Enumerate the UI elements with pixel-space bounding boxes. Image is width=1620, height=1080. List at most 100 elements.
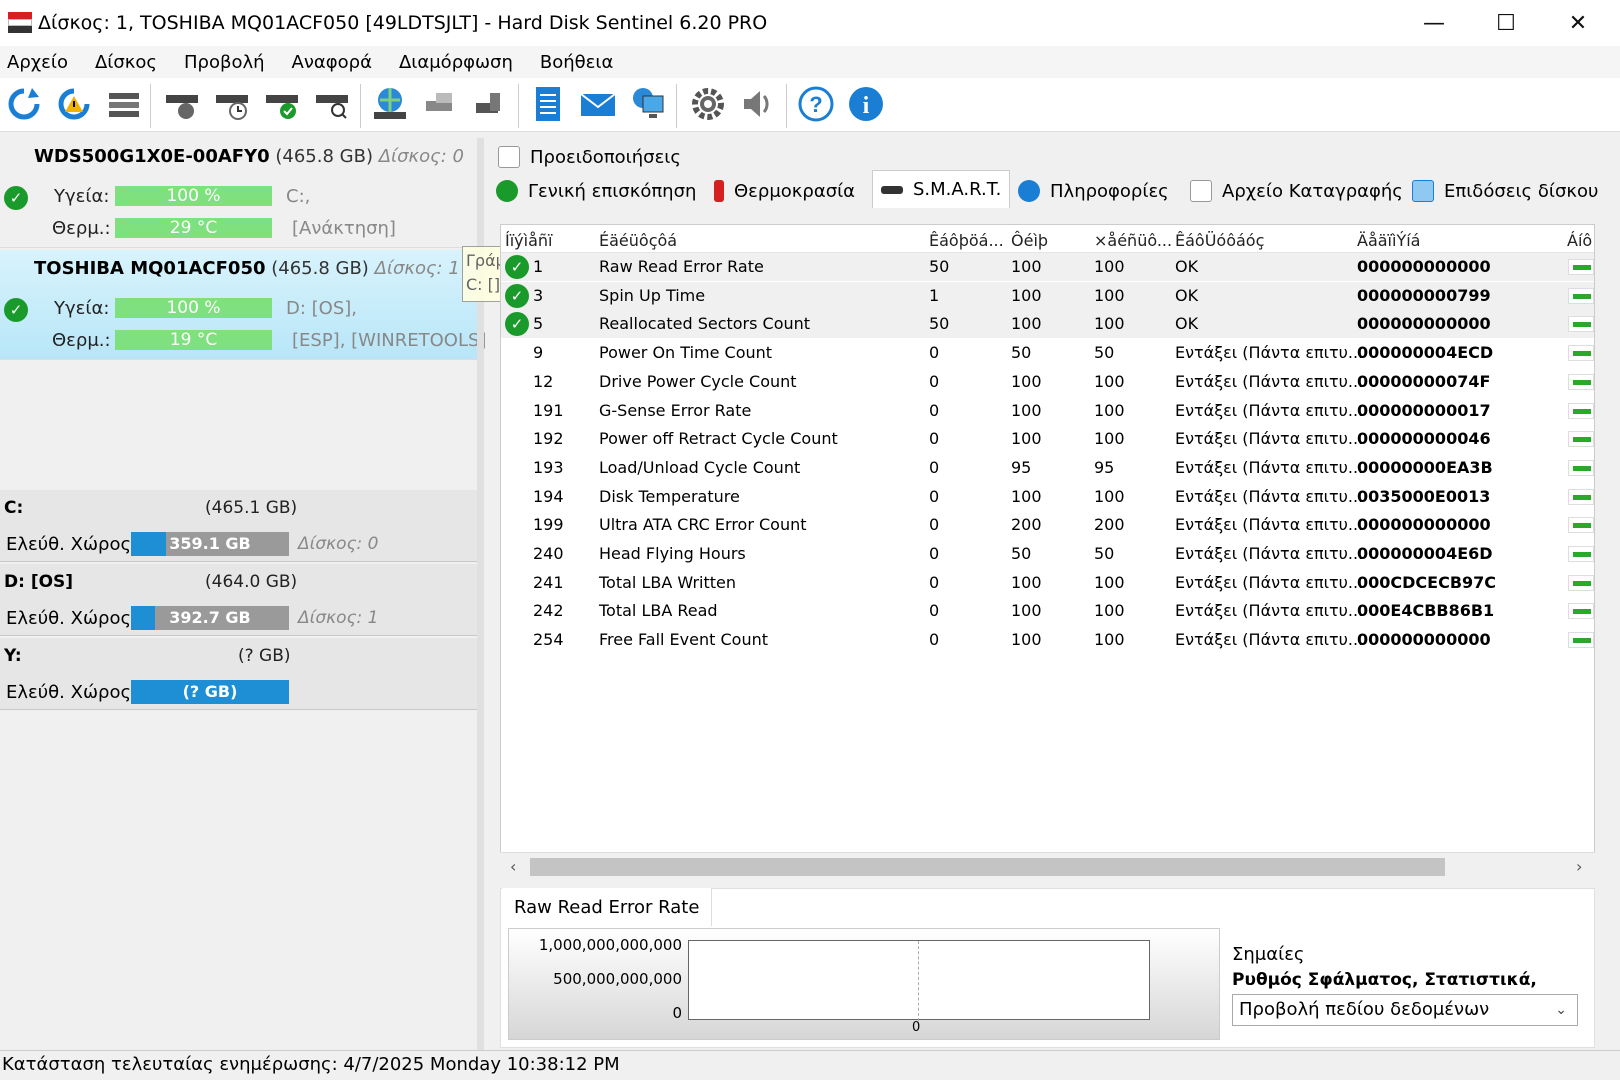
- menu-file[interactable]: Αρχείο: [7, 52, 68, 73]
- table-row[interactable]: 191 G-Sense Error Rate 0 100 100 Εντάξει (Πάν…: [501, 397, 1594, 425]
- disk-scheduler-icon[interactable]: [212, 84, 252, 124]
- disk-partitions-extra: [Ανάκτηση]: [292, 218, 396, 239]
- volume-entry[interactable]: C: (465.1 GB) Ελεύθ. Χώρος 359.1 GB Δίσκ…: [0, 490, 477, 562]
- help-icon[interactable]: ?: [796, 84, 836, 124]
- disk-surface-test-icon[interactable]: [162, 84, 202, 124]
- disk-ok-icon[interactable]: [262, 84, 302, 124]
- data-field-view-select[interactable]: Προβολή πεδίου δεδομένων ⌄: [1232, 994, 1578, 1026]
- network-disk-icon[interactable]: [370, 84, 410, 124]
- cell-status: Εντάξει (Πάντα επιτυ...: [1175, 429, 1364, 449]
- cell-attr: Spin Up Time: [599, 285, 706, 305]
- refresh-warning-icon[interactable]: [54, 84, 94, 124]
- cell-thr: 0: [929, 572, 940, 592]
- volume-entry[interactable]: D: [OS] (464.0 GB) Ελεύθ. Χώρος 392.7 GB…: [0, 564, 477, 636]
- table-row[interactable]: ✓ 3 Spin Up Time 1 100 100 OK 000000000799: [501, 281, 1594, 310]
- settings-gear-icon[interactable]: [688, 84, 728, 124]
- disk-partitions[interactable]: D: [OS],: [286, 298, 357, 319]
- disk-clone-icon[interactable]: [470, 84, 510, 124]
- tab-warnings[interactable]: Προειδοποιήσεις: [490, 140, 689, 174]
- disk-backup-icon[interactable]: [420, 84, 460, 124]
- table-row[interactable]: 242 Total LBA Read 0 100 100 Εντάξει (Πάντα ε…: [501, 597, 1594, 625]
- minimize-button[interactable]: —: [1398, 0, 1470, 46]
- table-row[interactable]: 193 Load/Unload Cycle Count 0 95 95 Εντάξει (…: [501, 454, 1594, 482]
- column-header[interactable]: Éäéüôçôá: [599, 231, 677, 250]
- maximize-button[interactable]: ☐: [1470, 0, 1542, 46]
- cell-status: Εντάξει (Πάντα επιτυ...: [1175, 343, 1364, 363]
- info-icon[interactable]: i: [846, 84, 886, 124]
- table-row[interactable]: ✓ 5 Reallocated Sectors Count 50 100 100 OK 000…: [501, 310, 1594, 339]
- menu-bar: Αρχείο Δίσκος Προβολή Αναφορά Διαμόρφωση…: [0, 46, 1620, 78]
- cell-status: Εντάξει (Πάντα επιτυ...: [1175, 544, 1364, 563]
- tab-label: Αρχείο Καταγραφής: [1222, 180, 1403, 202]
- disk-entry[interactable]: WDS500G1X0E-00AFY0 (465.8 GB) Δίσκος: 0 …: [0, 138, 477, 248]
- tab-overview[interactable]: Γενική επισκόπηση: [488, 174, 705, 208]
- menu-configuration[interactable]: Διαμόρφωση: [399, 52, 513, 73]
- refresh-icon[interactable]: [4, 84, 44, 124]
- table-row[interactable]: 199 Ultra ATA CRC Error Count 0 200 200 Εντάξ…: [501, 511, 1594, 539]
- free-space-label: Ελεύθ. Χώρος: [6, 608, 132, 629]
- email-icon[interactable]: [578, 84, 618, 124]
- disk-entry-selected[interactable]: TOSHIBA MQ01ACF050 (465.8 GB) Δίσκος: 1 …: [0, 250, 486, 360]
- disk-search-icon[interactable]: [312, 84, 352, 124]
- table-row[interactable]: 194 Disk Temperature 0 100 100 Εντάξει (Πάντα…: [501, 483, 1594, 511]
- column-header[interactable]: Áíô: [1567, 231, 1592, 250]
- toolbar-separator: [518, 84, 519, 128]
- health-indicator-icon: [1568, 546, 1594, 562]
- computer-network-icon[interactable]: [628, 84, 668, 124]
- scroll-left-icon[interactable]: ‹: [510, 857, 516, 876]
- table-row[interactable]: 240 Head Flying Hours 0 50 50 Εντάξει (Πάντα …: [501, 540, 1594, 568]
- table-row[interactable]: 254 Free Fall Event Count 0 100 100 Εντάξει (…: [501, 626, 1594, 654]
- close-button[interactable]: ✕: [1542, 0, 1614, 46]
- health-label: Υγεία:: [54, 298, 110, 319]
- horizontal-scrollbar[interactable]: ‹ ›: [500, 852, 1595, 880]
- cell-raw: 0035000E0013: [1357, 486, 1491, 506]
- volume-entry[interactable]: Y: (? GB) Ελεύθ. Χώρος (? GB): [0, 638, 477, 710]
- tab-label: Γενική επισκόπηση: [528, 180, 697, 202]
- tab-raw-read-error-rate[interactable]: Raw Read Error Rate: [502, 888, 713, 926]
- disk-partitions[interactable]: C:,: [286, 186, 310, 207]
- column-header[interactable]: ×åéñüô...: [1094, 231, 1172, 250]
- menu-view[interactable]: Προβολή: [184, 52, 265, 73]
- scrollbar-thumb[interactable]: [530, 858, 1445, 876]
- health-indicator-icon: [1568, 259, 1594, 275]
- cell-val: 100: [1011, 257, 1042, 276]
- tab-information[interactable]: Πληροφορίες: [1010, 174, 1177, 208]
- cell-attr: Head Flying Hours: [599, 544, 746, 563]
- menu-report[interactable]: Αναφορά: [292, 52, 372, 73]
- column-header[interactable]: Êáôþöá...: [929, 231, 1004, 250]
- status-ok-icon: ✓: [505, 255, 529, 279]
- cell-raw: 000000000000: [1357, 257, 1491, 276]
- column-header[interactable]: Ôéìþ: [1011, 231, 1048, 250]
- cell-status: Εντάξει (Πάντα επιτυ...: [1175, 601, 1364, 621]
- table-row[interactable]: 241 Total LBA Written 0 100 100 Εντάξει (Πάντ…: [501, 569, 1594, 597]
- cell-worst: 100: [1094, 572, 1125, 592]
- sound-icon[interactable]: [736, 84, 776, 124]
- volume-disk-number: Δίσκος: 1: [298, 608, 379, 628]
- ok-icon: [496, 180, 518, 202]
- tab-log[interactable]: Αρχείο Καταγραφής: [1182, 174, 1411, 208]
- table-row[interactable]: 9 Power On Time Count 0 50 50 Εντάξει (Πάντα …: [501, 339, 1594, 367]
- cell-val: 100: [1011, 486, 1042, 506]
- cell-raw: 000000000046: [1357, 429, 1491, 449]
- temperature-label: Θερμ.:: [52, 330, 111, 351]
- menu-disk[interactable]: Δίσκος: [95, 52, 157, 73]
- table-row[interactable]: ✓ 1 Raw Read Error Rate 50 100 100 OK 000000000…: [501, 253, 1594, 281]
- cell-val: 100: [1011, 400, 1042, 420]
- report-icon[interactable]: [528, 84, 568, 124]
- tab-temperature[interactable]: Θερμοκρασία: [706, 174, 864, 208]
- column-header[interactable]: ÊáôÜóôáóç: [1175, 231, 1264, 250]
- cell-status: OK: [1175, 257, 1199, 276]
- column-header[interactable]: ÄåäïìÝíá: [1357, 231, 1420, 250]
- column-header[interactable]: Íïýìåñï: [505, 231, 552, 250]
- scroll-right-icon[interactable]: ›: [1576, 857, 1582, 876]
- tab-smart[interactable]: S.M.A.R.T.: [872, 170, 1011, 208]
- cell-val: 50: [1011, 544, 1032, 563]
- cell-thr: 50: [929, 257, 950, 276]
- table-row[interactable]: 12 Drive Power Cycle Count 0 100 100 Εντάξει …: [501, 368, 1594, 396]
- temperature-label: Θερμ.:: [52, 218, 111, 239]
- cell-thr: 0: [929, 601, 940, 621]
- menu-help[interactable]: Βοήθεια: [540, 52, 613, 73]
- table-row[interactable]: 192 Power off Retract Cycle Count 0 100 100 Ε…: [501, 425, 1594, 453]
- tab-performance[interactable]: Επιδόσεις δίσκου: [1404, 174, 1607, 208]
- disk-list-icon[interactable]: [104, 84, 144, 124]
